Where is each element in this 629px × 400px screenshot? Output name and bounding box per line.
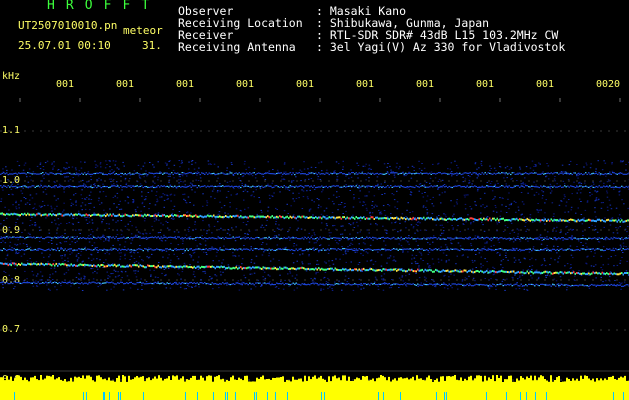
- time-tick: 001: [176, 79, 195, 90]
- echo-count: 31.: [142, 39, 162, 52]
- spectrogram: [0, 98, 629, 400]
- file-name: UT2507010010.pn: [18, 19, 118, 32]
- time-tick: 001: [476, 79, 495, 90]
- time-tick: 001: [56, 79, 75, 90]
- time-tick: 001: [536, 79, 555, 90]
- header-title: HROFFT: [47, 0, 161, 13]
- time-tick: 001: [416, 79, 435, 90]
- spectrogram-noise: [0, 160, 629, 291]
- time-tick: 001: [296, 79, 315, 90]
- frequency-unit-label: kHz: [2, 71, 21, 82]
- signal-baseline: [0, 370, 629, 400]
- time-tick: 001: [116, 79, 135, 90]
- time-tick: 001: [356, 79, 375, 90]
- meta-value: : 3el Yagi(V) Az 330 for Vladivostok: [316, 40, 566, 54]
- meta-label: Receiving Antenna: [178, 40, 296, 54]
- time-tick: 0020: [596, 79, 621, 90]
- observation-datetime: 25.07.01 00:10: [18, 39, 111, 52]
- meta-antenna: Receiving Antenna : 3el Yagi(V) Az 330 fo…: [178, 41, 565, 53]
- time-tick: 001: [236, 79, 255, 90]
- detection-type: meteor: [123, 24, 163, 37]
